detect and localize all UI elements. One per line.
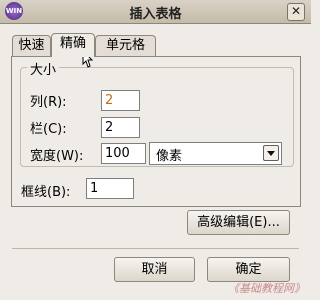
- unit-select[interactable]: 像素: [149, 142, 282, 165]
- size-group: 大小 列(R): 2 栏(C): 2 宽度(W): 100 像素: [20, 59, 294, 167]
- tab-cell[interactable]: 单元格: [95, 35, 156, 56]
- separator: [12, 248, 299, 249]
- size-group-title: 大小: [27, 59, 60, 78]
- rows-label: 栏(C):: [30, 122, 67, 137]
- cancel-button[interactable]: 取消: [114, 257, 195, 282]
- border-input[interactable]: 1: [86, 178, 134, 199]
- tab-precise[interactable]: 精确: [51, 33, 95, 57]
- ok-button[interactable]: 确定: [207, 257, 290, 282]
- columns-input[interactable]: 2: [101, 90, 140, 111]
- chevron-down-icon[interactable]: [263, 145, 279, 161]
- unit-select-value: 像素: [156, 149, 183, 164]
- watermark: 《基础教程网》: [228, 282, 305, 295]
- width-input[interactable]: 100: [101, 143, 146, 164]
- close-button[interactable]: ✕: [287, 3, 305, 21]
- border-label: 框线(B):: [21, 185, 71, 200]
- rows-input[interactable]: 2: [101, 117, 140, 138]
- tab-panel: 大小 列(R): 2 栏(C): 2 宽度(W): 100 像素 框线(B): …: [11, 56, 301, 207]
- advanced-edit-button[interactable]: 高级编辑(E)...: [187, 210, 290, 235]
- width-label: 宽度(W):: [30, 149, 84, 164]
- columns-label: 列(R):: [30, 95, 67, 110]
- title-bar: WIN 插入表格 ✕: [0, 0, 311, 24]
- tab-quick[interactable]: 快速: [12, 35, 51, 56]
- window-title: 插入表格: [129, 7, 182, 22]
